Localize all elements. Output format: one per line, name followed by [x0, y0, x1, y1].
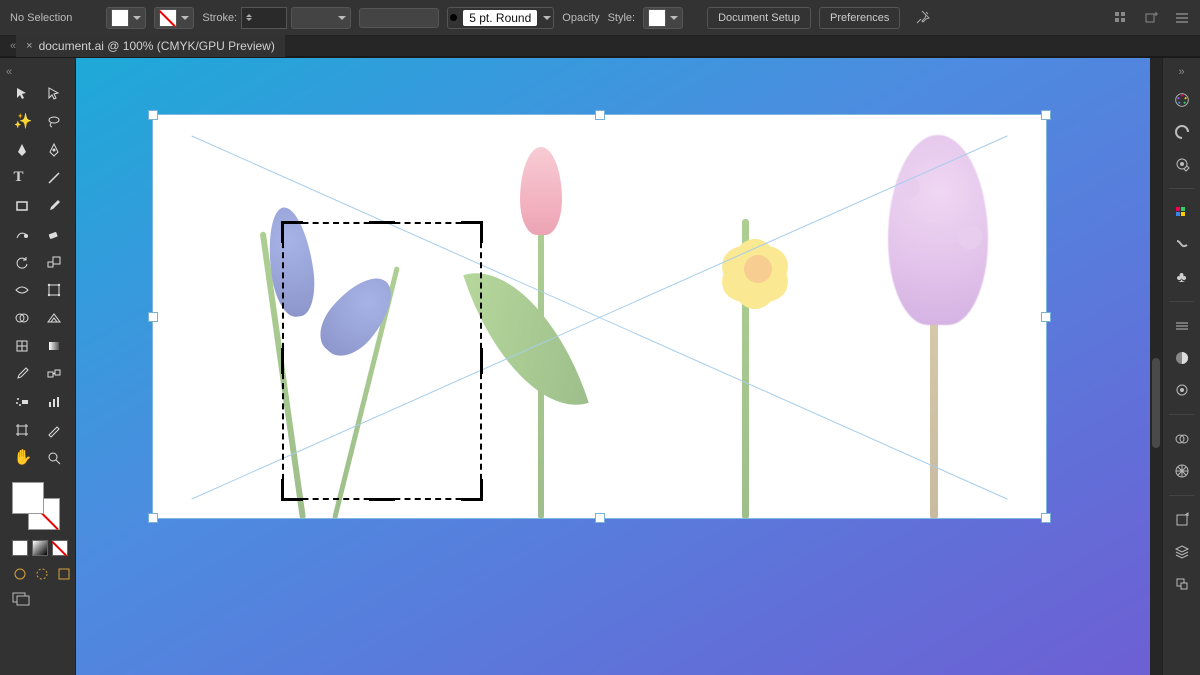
document-tab-title: document.ai @ 100% (CMYK/GPU Preview) — [39, 39, 275, 53]
perspective-grid-tool[interactable] — [40, 306, 68, 330]
layers-panel-icon[interactable] — [1170, 540, 1194, 564]
collapse-tools-icon[interactable]: « — [6, 66, 12, 78]
draw-behind-icon — [34, 566, 50, 582]
zoom-tool[interactable] — [40, 446, 68, 470]
color-panel-icon[interactable] — [1170, 88, 1194, 112]
blend-tool[interactable] — [40, 362, 68, 386]
menu-icon[interactable] — [1174, 10, 1190, 26]
placed-image[interactable] — [152, 114, 1047, 519]
draw-inside-icon — [56, 566, 72, 582]
draw-mode-bar[interactable] — [12, 566, 72, 582]
symbols-panel-icon[interactable]: ♣ — [1170, 265, 1194, 289]
flower-daffodil — [632, 139, 832, 519]
paintbrush-tool[interactable] — [40, 194, 68, 218]
magic-wand-tool[interactable]: ✨ — [8, 110, 36, 134]
mode-none-icon — [52, 540, 68, 556]
brush-value: 5 pt. Round — [463, 10, 537, 26]
brush-definition[interactable]: 5 pt. Round — [447, 7, 554, 29]
fill-stroke-proxy[interactable] — [12, 482, 60, 530]
type-tool[interactable]: T — [8, 166, 36, 190]
screen-mode-button[interactable] — [12, 592, 30, 609]
pen-tool[interactable] — [8, 138, 36, 162]
control-bar: No Selection Stroke: 5 pt. Round Opacity… — [0, 0, 1200, 36]
mode-color-icon — [12, 540, 28, 556]
selection-tool[interactable] — [8, 82, 36, 106]
cc-libraries-panel-icon[interactable] — [1170, 427, 1194, 451]
close-tab-icon[interactable]: × — [26, 40, 32, 52]
stroke-swatch[interactable] — [154, 7, 194, 29]
width-tool[interactable] — [8, 278, 36, 302]
document-tab[interactable]: × document.ai @ 100% (CMYK/GPU Preview) — [16, 35, 285, 57]
document-tab-bar: « × document.ai @ 100% (CMYK/GPU Preview… — [0, 36, 1200, 56]
image-content — [152, 114, 1047, 519]
right-panel-dock: » ♣ — [1162, 58, 1200, 675]
selection-status: No Selection — [10, 12, 72, 24]
style-label: Style: — [608, 12, 636, 24]
eraser-tool[interactable] — [40, 222, 68, 246]
draw-normal-icon — [12, 566, 28, 582]
transparency-panel-icon[interactable] — [1170, 346, 1194, 370]
stroke-panel-icon[interactable] — [1170, 314, 1194, 338]
slice-tool[interactable] — [40, 418, 68, 442]
asset-export-panel-icon[interactable] — [1170, 508, 1194, 532]
vertical-scrollbar[interactable] — [1150, 58, 1162, 675]
flower-muscari — [222, 179, 402, 519]
symbol-sprayer-tool[interactable] — [8, 390, 36, 414]
color-mode-bar[interactable] — [12, 540, 68, 556]
mesh-tool[interactable] — [8, 334, 36, 358]
brushes-panel-icon[interactable] — [1170, 233, 1194, 257]
stroke-profile[interactable] — [291, 7, 351, 29]
column-graph-tool[interactable] — [40, 390, 68, 414]
flower-tulip — [462, 139, 612, 519]
stroke-label: Stroke: — [202, 12, 237, 24]
direct-selection-tool[interactable] — [40, 82, 68, 106]
scale-tool[interactable] — [40, 250, 68, 274]
curvature-tool[interactable] — [40, 138, 68, 162]
shaper-tool[interactable] — [8, 222, 36, 246]
opacity-label: Opacity — [562, 12, 599, 24]
graphic-styles-panel-icon[interactable] — [1170, 459, 1194, 483]
properties-panel-icon[interactable] — [1170, 152, 1194, 176]
line-segment-tool[interactable] — [40, 166, 68, 190]
fill-swatch[interactable] — [106, 7, 146, 29]
artboard-tool[interactable] — [8, 418, 36, 442]
lasso-tool[interactable] — [40, 110, 68, 134]
gradient-tool[interactable] — [40, 334, 68, 358]
expand-panels-icon[interactable]: » — [1178, 66, 1184, 78]
appearance-panel-icon[interactable] — [1170, 378, 1194, 402]
artboards-panel-icon[interactable] — [1170, 572, 1194, 596]
color-guide-panel-icon[interactable] — [1170, 120, 1194, 144]
tools-panel: « ✨ T ✋ — [0, 58, 76, 675]
artboard-background — [76, 58, 1150, 675]
mode-gradient-icon — [32, 540, 48, 556]
canvas-area[interactable] — [76, 58, 1162, 675]
graphic-style[interactable] — [643, 7, 683, 29]
scrollbar-thumb[interactable] — [1152, 358, 1160, 448]
hand-tool[interactable]: ✋ — [8, 446, 36, 470]
stroke-weight-input[interactable] — [241, 7, 287, 29]
rectangle-tool[interactable] — [8, 194, 36, 218]
rotate-tool[interactable] — [8, 250, 36, 274]
eyedropper-tool[interactable] — [8, 362, 36, 386]
flower-hyacinth — [852, 129, 1022, 519]
pin-icon[interactable] — [914, 10, 930, 26]
align-panel-icon[interactable] — [1114, 10, 1130, 26]
document-setup-button[interactable]: Document Setup — [707, 7, 811, 29]
swatches-panel-icon[interactable] — [1170, 201, 1194, 225]
preferences-button[interactable]: Preferences — [819, 7, 900, 29]
free-transform-tool[interactable] — [40, 278, 68, 302]
transform-panel-icon[interactable] — [1144, 10, 1160, 26]
variable-width-profile[interactable] — [359, 8, 439, 28]
shape-builder-tool[interactable] — [8, 306, 36, 330]
